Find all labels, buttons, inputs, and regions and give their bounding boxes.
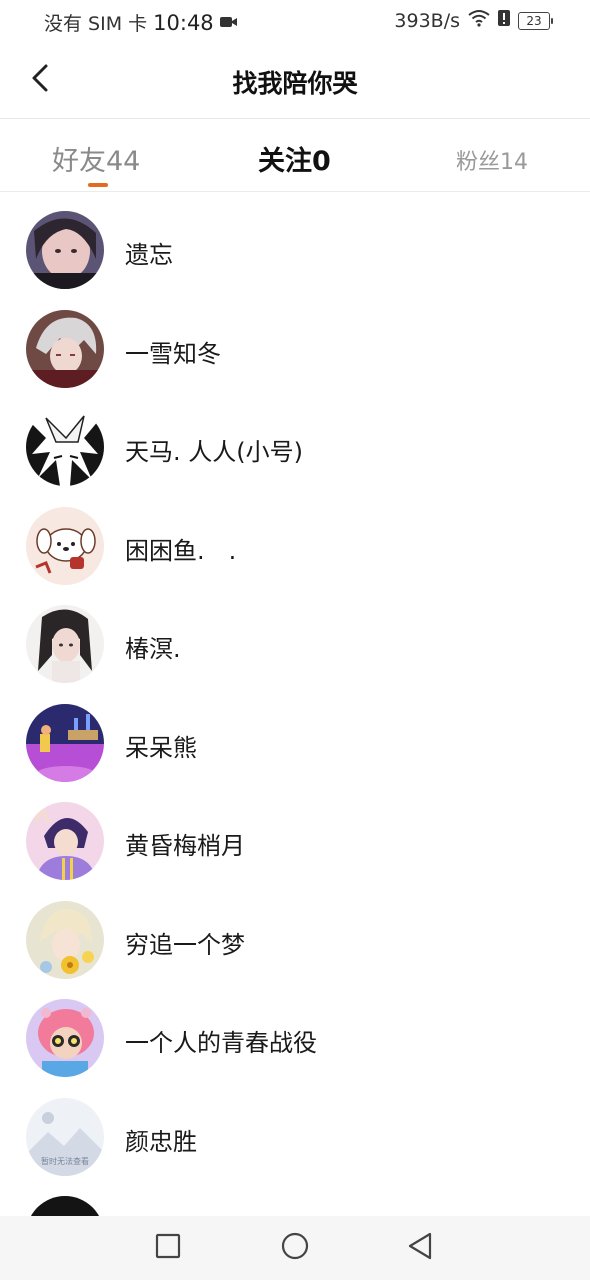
user-name: 呆呆熊 <box>125 733 197 762</box>
wifi-icon <box>468 9 490 32</box>
list-item[interactable]: 一雪知冬 <box>0 300 590 399</box>
list-item[interactable]: 天马. 人人(小号) <box>0 398 590 497</box>
avatar[interactable] <box>26 703 104 782</box>
home-button[interactable] <box>279 1232 311 1264</box>
avatar[interactable] <box>26 999 104 1077</box>
avatar[interactable]: 暂时无法查看 <box>26 1097 104 1176</box>
video-record-icon <box>219 12 238 34</box>
clock: 10:48 <box>153 10 214 35</box>
avatar[interactable] <box>26 211 104 289</box>
avatar[interactable] <box>26 408 104 486</box>
avatar[interactable] <box>26 605 104 683</box>
user-name: 一雪知冬 <box>125 339 221 368</box>
avatar-placeholder-text: 暂时无法查看 <box>41 1156 89 1166</box>
avatar[interactable] <box>26 1196 104 1216</box>
recent-apps-button[interactable] <box>152 1232 184 1264</box>
list-item[interactable]: 呆呆熊 <box>0 694 590 793</box>
status-bar: 没有 SIM 卡 10:48 393B/s 23 <box>0 0 590 40</box>
system-back-button[interactable] <box>404 1232 436 1264</box>
circle-icon <box>280 1231 310 1265</box>
avatar[interactable] <box>26 802 104 880</box>
network-speed: 393B/s <box>394 9 460 32</box>
status-left: 没有 SIM 卡 10:48 <box>44 9 238 36</box>
tab-fans[interactable]: 粉丝14 <box>456 144 528 176</box>
user-name: 穷追一个梦 <box>125 930 245 959</box>
battery-icon: 23 <box>518 11 553 30</box>
tab-friends[interactable]: 好友44 <box>52 139 140 178</box>
active-tab-indicator <box>88 183 108 187</box>
list-item[interactable]: 一个人的青春战役 <box>0 989 590 1088</box>
app-screen: 没有 SIM 卡 10:48 393B/s 23 找我陪你哭 好友44 关注0 … <box>0 0 590 1280</box>
user-list: 遗忘 一雪知冬 天马. 人人(小号) 困困鱼. . 椿溟. 呆呆熊 黄昏梅梢月 … <box>0 201 590 1216</box>
avatar[interactable] <box>26 506 104 585</box>
user-name: 颜忠胜 <box>125 1127 197 1156</box>
square-icon <box>155 1233 181 1263</box>
user-name: 椿溟. <box>125 635 181 663</box>
triangle-back-icon <box>406 1231 434 1265</box>
tab-following[interactable]: 关注0 <box>258 139 331 178</box>
page-title: 找我陪你哭 <box>232 69 358 98</box>
list-item[interactable]: 困困鱼. . <box>0 497 590 596</box>
user-name: 困困鱼. . <box>125 536 237 565</box>
user-name: 黄昏梅梢月 <box>125 832 245 860</box>
status-right: 393B/s 23 <box>394 9 553 32</box>
list-item[interactable]: 暂时无法查看 颜忠胜 <box>0 1088 590 1187</box>
list-item[interactable]: 黄昏梅梢月 <box>0 792 590 891</box>
tab-bar: 好友44 关注0 粉丝14 <box>0 119 590 192</box>
alert-icon <box>498 9 510 32</box>
user-name: 一个人的青春战役 <box>125 1029 317 1057</box>
user-name: 天马. 人人(小号) <box>125 438 303 466</box>
system-nav-bar <box>0 1216 590 1280</box>
list-item[interactable]: 遗忘 <box>0 201 590 300</box>
user-name: 遗忘 <box>125 241 173 269</box>
page-header: 找我陪你哭 <box>0 40 590 119</box>
carrier-text: 没有 SIM 卡 <box>44 13 148 35</box>
avatar[interactable] <box>26 309 104 388</box>
avatar[interactable] <box>26 900 104 979</box>
list-item-partial[interactable] <box>0 1186 590 1216</box>
list-item[interactable]: 穷追一个梦 <box>0 891 590 990</box>
list-item[interactable]: 椿溟. <box>0 595 590 694</box>
